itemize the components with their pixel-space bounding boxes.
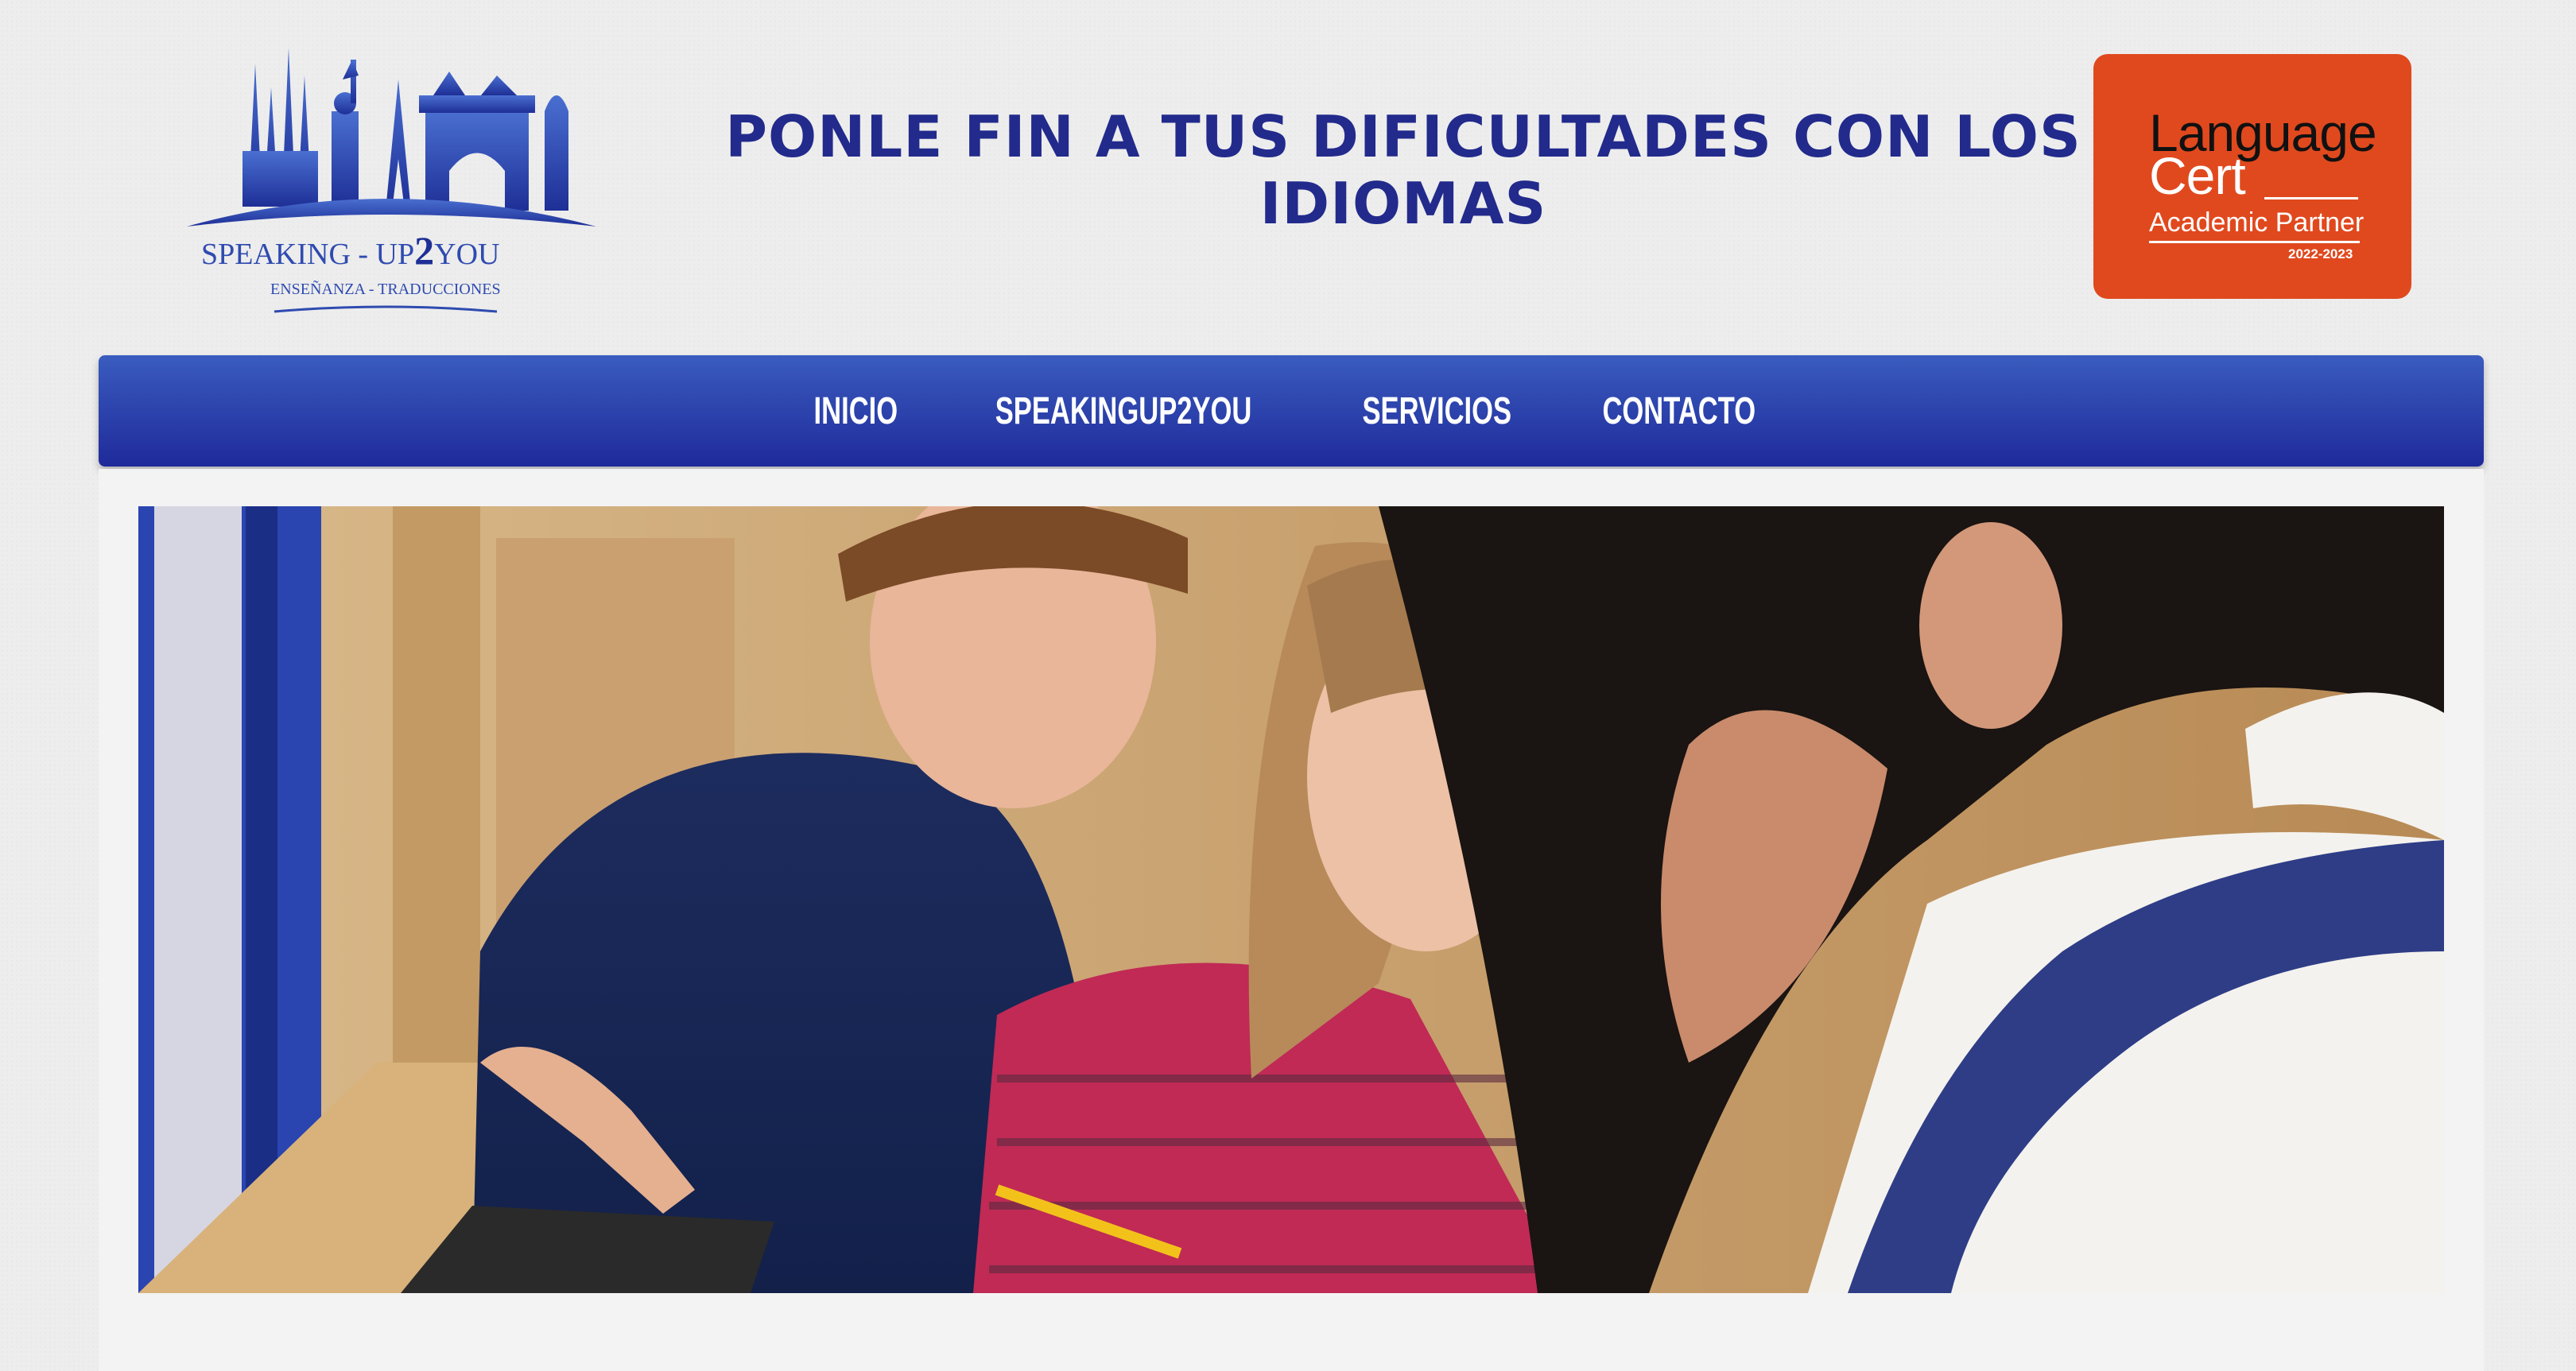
- badge-rule: [2264, 197, 2358, 199]
- nav-item-inicio[interactable]: INICIO: [808, 389, 903, 433]
- badge-year: 2022-2023: [2288, 246, 2353, 261]
- badge-line-2: Cert: [2149, 146, 2246, 205]
- main-nav: INICIO SPEAKINGUP2YOU SERVICIOS CONTACTO: [99, 355, 2484, 467]
- nav-item-servicios[interactable]: SERVICIOS: [1357, 389, 1518, 433]
- headline-line-1: PONLE FIN A TUS DIFICULTADES CON LOS: [725, 103, 2081, 170]
- logo-wordmark: SPEAKING - UP2YOU: [201, 228, 499, 273]
- nav-item-contacto[interactable]: CONTACTO: [1596, 389, 1761, 433]
- badge-line-3: Academic Partner: [2149, 207, 2365, 238]
- hero-image: [138, 506, 2444, 1293]
- headline-line-2: IDIOMAS: [1259, 170, 1547, 237]
- site-header: SPEAKING - UP2YOU ENSEÑANZA - TRADUCCION…: [0, 0, 2576, 350]
- nav-item-speakingup2you[interactable]: SPEAKINGUP2YOU: [990, 389, 1258, 433]
- page-headline: PONLE FIN A TUS DIFICULTADES CON LOS IDI…: [676, 103, 2131, 237]
- content-panel: [99, 469, 2484, 1371]
- badge-rule: [2149, 241, 2360, 243]
- speaking-up2you-logo[interactable]: SPEAKING - UP2YOU ENSEÑANZA - TRADUCCION…: [163, 32, 604, 322]
- svg-text:ENSEÑANZA - TRADUCCIONES: ENSEÑANZA - TRADUCCIONES: [270, 279, 501, 298]
- languagecert-badge[interactable]: Language Cert Academic Partner 2022-2023: [2093, 54, 2411, 299]
